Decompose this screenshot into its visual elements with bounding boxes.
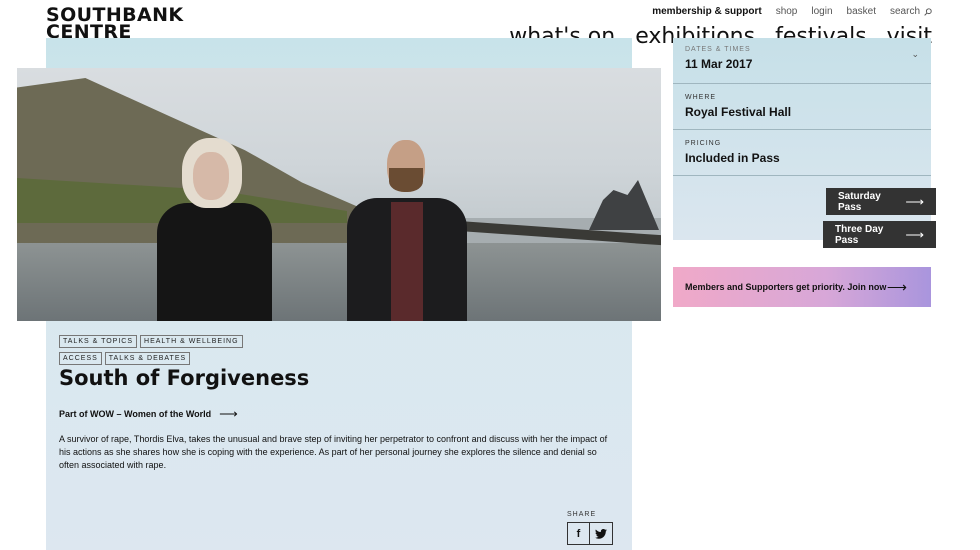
members-priority-banner[interactable]: Members and Supporters get priority. Joi… [673,267,931,307]
hero-person-woman [157,138,272,321]
shop-link[interactable]: shop [776,6,798,17]
southbank-logo[interactable]: SOUTHBANK CENTRE [46,6,184,42]
members-text: Members and Supporters get priority. Joi… [685,282,887,292]
arrow-right-icon: ⟶ [886,278,907,295]
arrow-right-icon: ⟶ [905,226,924,242]
where-row: WHERE Royal Festival Hall [673,84,931,130]
saturday-pass-button[interactable]: Saturday Pass ⟶ [826,188,936,215]
utility-nav: membership & support shop login basket s… [652,6,932,17]
tag-row-1: TALKS & TOPICS HEALTH & WELLBEING [59,335,243,348]
three-day-pass-label: Three Day Pass [835,223,884,246]
chevron-down-icon: ⌄ [911,49,919,59]
event-pricing: Included in Pass [685,151,780,165]
event-description: A survivor of rape, Thordis Elva, takes … [59,434,608,470]
search-icon [924,7,932,16]
tag-health-wellbeing[interactable]: HEALTH & WELLBEING [140,335,243,348]
page-title: South of Forgiveness [59,366,310,390]
hero-image [17,68,661,321]
facebook-icon: f [576,527,581,540]
search-link[interactable]: search [890,6,932,17]
facebook-share-button[interactable]: f [567,522,590,545]
pricing-row: PRICING Included in Pass [673,130,931,176]
woman-body [157,203,272,321]
dates-label: DATES & TIMES [685,46,751,53]
basket-link[interactable]: basket [847,6,876,17]
hero-water [17,243,661,321]
pricing-label: PRICING [685,140,722,147]
arrow-right-icon: ⟶ [905,193,924,209]
dates-row[interactable]: DATES & TIMES 11 Mar 2017 ⌄ [673,38,931,84]
membership-link[interactable]: membership & support [652,6,761,17]
twitter-share-button[interactable] [590,522,613,545]
tag-talks-debates[interactable]: TALKS & DEBATES [104,352,191,365]
search-label: search [889,6,920,17]
share-buttons: f [567,522,613,545]
login-link[interactable]: login [811,6,832,17]
part-of-label: Part of WOW – Women of the World [59,409,212,419]
man-shirt [391,202,423,321]
part-of-link[interactable]: Part of WOW – Women of the World ⟶ [59,406,238,422]
hero-person-man [347,140,467,321]
saturday-pass-label: Saturday Pass [838,190,881,213]
tag-access[interactable]: ACCESS [59,352,102,365]
tag-row-2: ACCESS TALKS & DEBATES [59,352,191,365]
arrow-right-icon: ⟶ [219,406,238,421]
event-date: 11 Mar 2017 [685,57,753,71]
event-venue: Royal Festival Hall [685,105,792,119]
three-day-pass-button[interactable]: Three Day Pass ⟶ [823,221,936,248]
share-label: SHARE [567,511,597,518]
twitter-icon [595,528,607,539]
woman-face [193,152,229,200]
tag-talks-topics[interactable]: TALKS & TOPICS [59,335,138,348]
where-label: WHERE [685,94,717,101]
man-beard [389,168,423,192]
